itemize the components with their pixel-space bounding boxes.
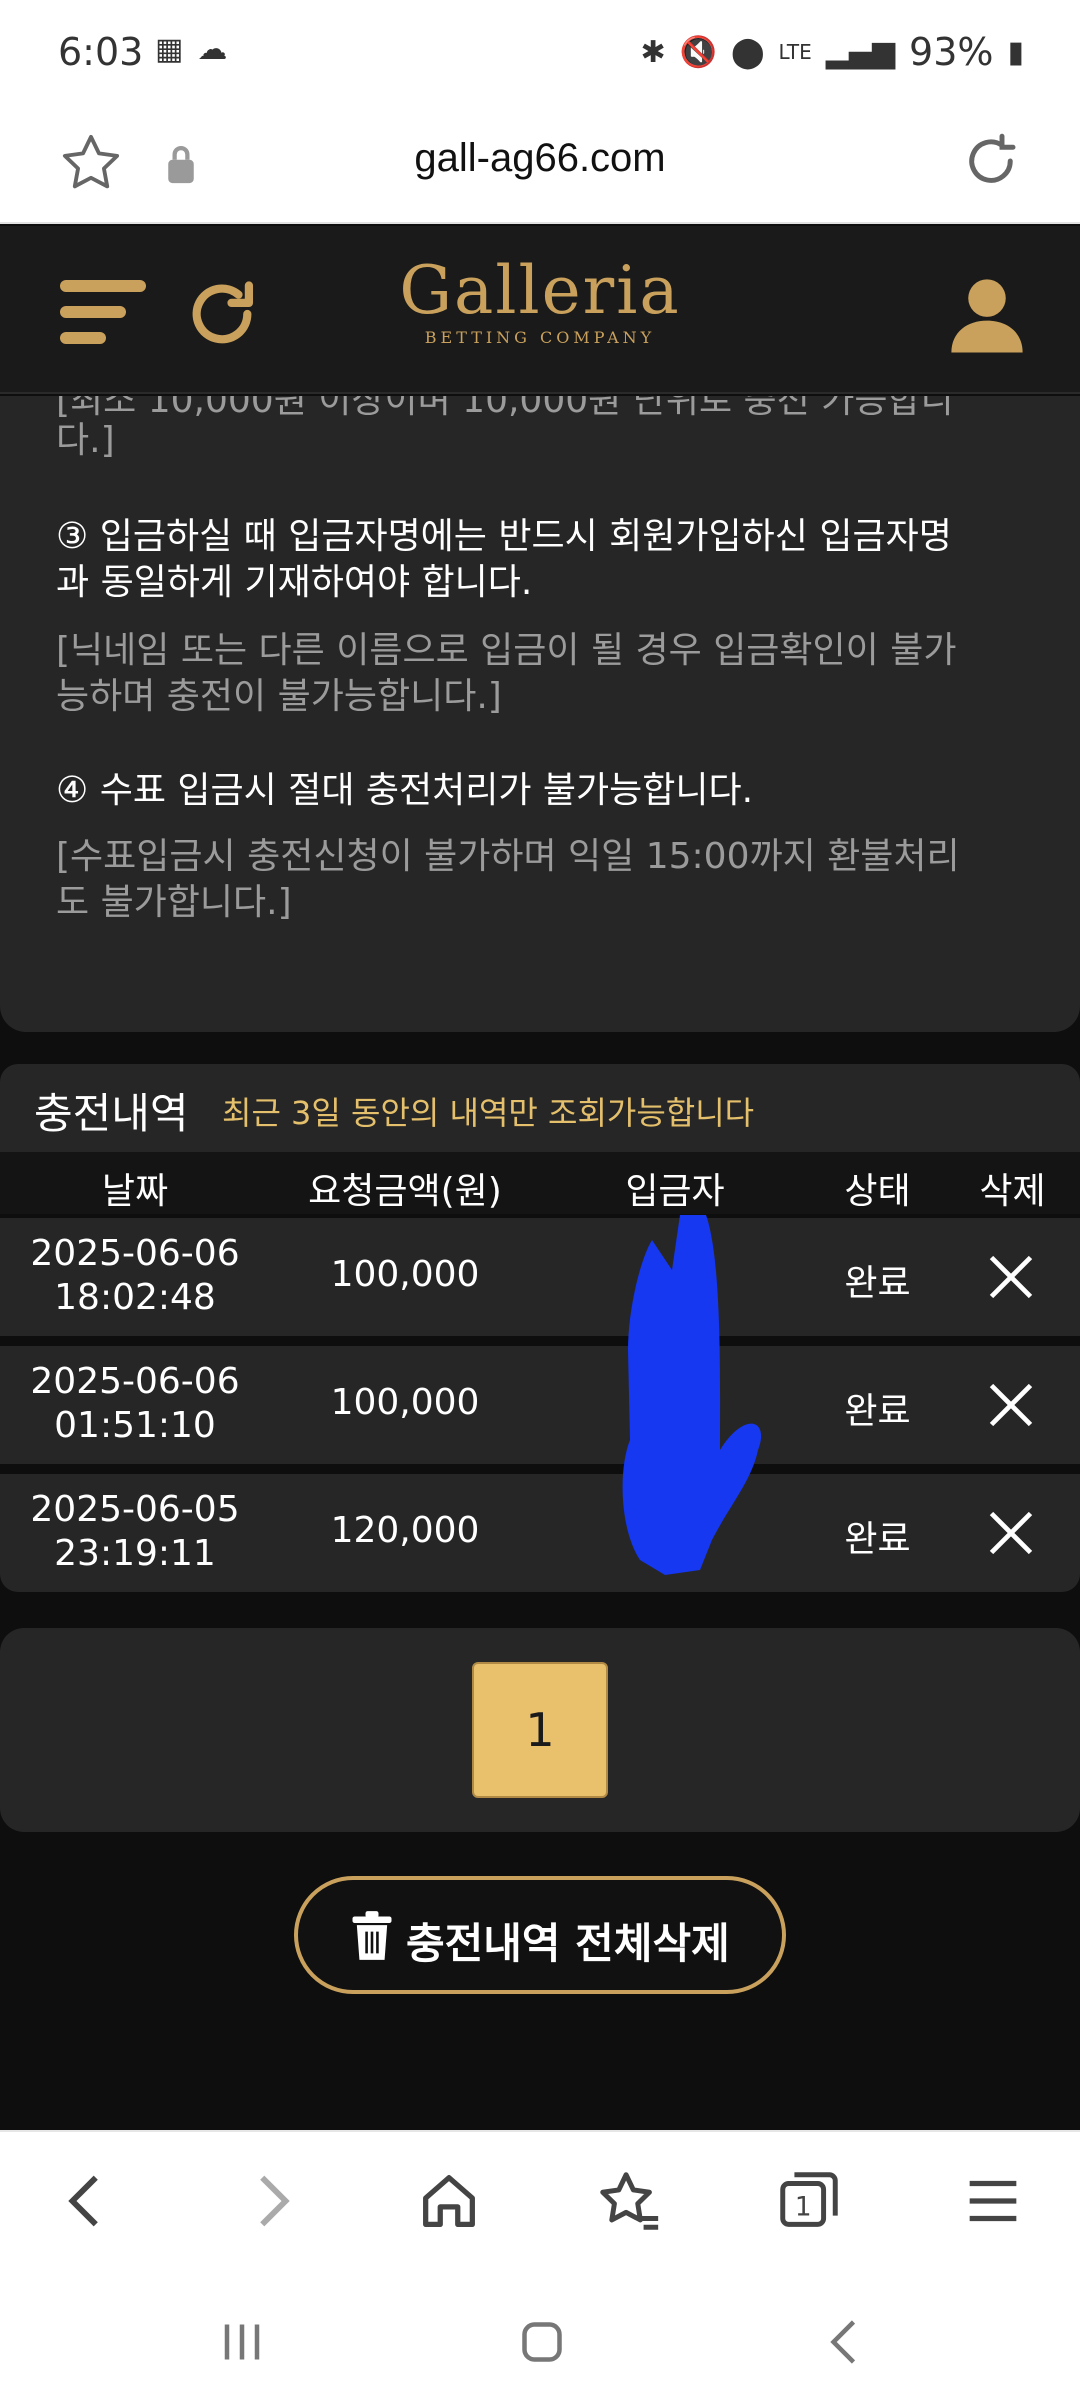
history-title: 충전내역 <box>34 1089 189 1138</box>
system-navigation-bar <box>0 2270 1080 2400</box>
system-back-icon[interactable] <box>816 2312 876 2372</box>
row-status: 완료 <box>844 1391 911 1432</box>
row-date: 2025-06-06 18:02:48 <box>0 1232 270 1320</box>
signal-icon: ▂▄▆ <box>825 34 896 70</box>
row-date-day: 2025-06-05 <box>30 1489 240 1530</box>
charge-history: 충전내역 최근 3일 동안의 내역만 조회가능합니다 날짜 요청금액(원) 입금… <box>0 1064 1080 1604</box>
column-header-delete: 삭제 <box>979 1171 1046 1212</box>
logo-title: Galleria <box>399 252 681 329</box>
table-row: 2025-06-06 01:51:10 100,000 완료 <box>0 1346 1080 1464</box>
system-icons: ✱ 🔇 ⬤ LTE ▂▄▆ 93% ▮ <box>640 30 1024 74</box>
row-amount: 100,000 <box>330 1382 480 1423</box>
cloud-icon: ☁ <box>197 32 228 67</box>
battery-level: 93% <box>909 30 994 74</box>
row-date-time: 18:02:48 <box>54 1277 216 1318</box>
table-row: 2025-06-06 18:02:48 100,000 완료 <box>0 1218 1080 1336</box>
row-status: 완료 <box>844 1519 911 1560</box>
notice-line: ④ 수표 입금시 절대 충전처리가 불가능합니다. <box>56 770 754 811</box>
battery-icon: ▮ <box>1007 34 1024 70</box>
column-header-amount: 요청금액(원) <box>308 1171 502 1212</box>
row-date: 2025-06-06 01:51:10 <box>0 1360 270 1448</box>
notification-icons: ▦ ☁ <box>155 32 227 67</box>
row-date-time: 01:51:10 <box>54 1405 216 1446</box>
forward-icon[interactable] <box>236 2166 306 2236</box>
row-status: 완료 <box>844 1263 911 1304</box>
column-header-date: 날짜 <box>101 1171 169 1212</box>
delete-row-icon[interactable] <box>985 1507 1037 1559</box>
notice-line: 다.] <box>56 420 115 461</box>
notice-line: [닉네임 또는 다른 이름으로 입금이 될 경우 입금확인이 불가 <box>56 630 957 671</box>
history-header: 충전내역 최근 3일 동안의 내역만 조회가능합니다 <box>0 1064 1080 1152</box>
delete-all-label: 충전내역 전체삭제 <box>406 1919 730 1968</box>
tabs-icon[interactable]: 1 <box>774 2166 844 2236</box>
data-saver-icon: ▦ <box>155 32 184 67</box>
row-date-time: 23:19:11 <box>54 1533 216 1574</box>
notice-line: 능하며 충전이 불가능합니다.] <box>56 676 502 717</box>
deposit-notice-panel: [최소 10,000원 이상이며 10,000원 단위로 충전 가능합니 다.]… <box>0 396 1080 1032</box>
history-note: 최근 3일 동안의 내역만 조회가능합니다 <box>222 1094 755 1132</box>
browser-toolbar: 1 <box>0 2130 1080 2270</box>
user-icon[interactable] <box>942 270 1032 360</box>
trash-icon <box>352 1911 392 1960</box>
delete-row-icon[interactable] <box>985 1251 1037 1303</box>
notice-line: ③ 입금하실 때 입금자명에는 반드시 회원가입하신 입금자명 <box>56 516 952 557</box>
delete-row-icon[interactable] <box>985 1379 1037 1431</box>
pagination: 1 <box>0 1628 1080 1832</box>
row-amount: 100,000 <box>330 1254 480 1295</box>
logo-subtitle: BETTING COMPANY <box>424 328 656 347</box>
notice-line: 과 동일하게 기재하여야 합니다. <box>56 562 533 603</box>
history-column-headers: 날짜 요청금액(원) 입금자 상태 삭제 <box>0 1152 1080 1214</box>
page-button-current[interactable]: 1 <box>472 1662 608 1798</box>
notice-line: 도 불가합니다.] <box>56 882 292 923</box>
column-header-depositor: 입금자 <box>625 1171 725 1212</box>
row-date-day: 2025-06-06 <box>30 1361 240 1402</box>
row-amount: 120,000 <box>330 1510 480 1551</box>
home-icon[interactable] <box>414 2166 484 2236</box>
delete-all-history-button[interactable]: 충전내역 전체삭제 <box>294 1876 786 1994</box>
svg-text:1: 1 <box>795 2193 812 2223</box>
browser-url-bar: gall-ag66.com <box>0 110 1080 224</box>
site-logo[interactable]: Galleria BETTING COMPANY <box>0 252 1080 348</box>
clock: 6:03 <box>58 30 144 74</box>
mute-icon: 🔇 <box>679 34 717 70</box>
home-button-icon[interactable] <box>512 2312 572 2372</box>
row-date-day: 2025-06-06 <box>30 1233 240 1274</box>
column-header-status: 상태 <box>844 1171 911 1212</box>
url-text[interactable]: gall-ag66.com <box>0 136 1080 181</box>
notice-line: [수표입금시 충전신청이 불가하며 익일 15:00까지 환불처리 <box>56 836 960 877</box>
status-bar: 6:03 ▦ ☁ ✱ 🔇 ⬤ LTE ▂▄▆ 93% ▮ <box>0 0 1080 110</box>
bookmarks-icon[interactable] <box>594 2166 664 2236</box>
recent-apps-icon[interactable] <box>212 2312 272 2372</box>
table-row: 2025-06-05 23:19:11 120,000 완료 <box>0 1474 1080 1592</box>
bluetooth-icon: ✱ <box>640 34 666 70</box>
reload-icon[interactable] <box>958 128 1024 194</box>
site-header: Galleria BETTING COMPANY <box>0 226 1080 394</box>
menu-icon[interactable] <box>958 2166 1028 2236</box>
back-icon[interactable] <box>52 2166 122 2236</box>
lte-icon: LTE <box>778 40 812 64</box>
row-date: 2025-06-05 23:19:11 <box>0 1488 270 1576</box>
location-icon: ⬤ <box>730 34 765 70</box>
